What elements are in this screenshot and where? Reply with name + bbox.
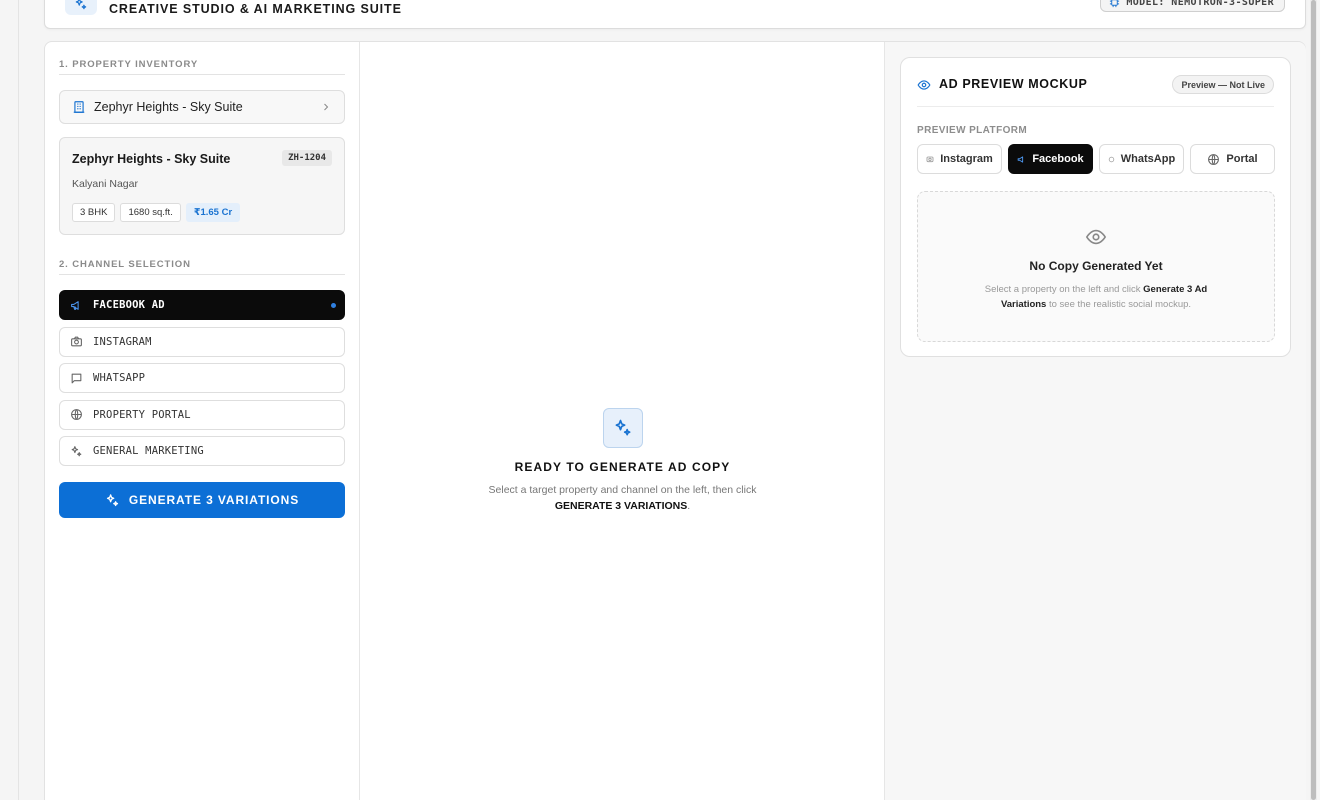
left-panel: 1. PROPERTY INVENTORY Zephyr Heights - S… — [45, 42, 360, 800]
inventory-section-label: 1. PROPERTY INVENTORY — [59, 59, 199, 70]
sparkles-icon — [106, 493, 118, 506]
sparkles-icon — [71, 445, 82, 456]
preview-panel: AD PREVIEW MOCKUP Preview — Not Live PRE… — [885, 42, 1306, 800]
property-tag-bhk: 3 BHK — [72, 203, 116, 222]
cpu-icon — [1110, 0, 1120, 8]
empty-state-text-bold: GENERATE 3 VARIATIONS — [554, 500, 688, 512]
property-selector[interactable]: Zephyr Heights - Sky Suite — [59, 90, 345, 124]
empty-state-title: READY TO GENERATE AD COPY — [514, 460, 731, 474]
mockup-empty-text-post: to see the realistic social mockup. — [1049, 299, 1192, 310]
output-panel: READY TO GENERATE AD COPY Select a targe… — [360, 42, 885, 800]
platform-label: PREVIEW PLATFORM — [917, 125, 1028, 136]
platform-tab-facebook[interactable]: Facebook — [1008, 144, 1093, 174]
message-icon — [71, 373, 82, 383]
property-card: Zephyr Heights - Sky Suite ZH-1204 Kalya… — [59, 137, 345, 235]
megaphone-icon — [1017, 155, 1024, 163]
channel-label: GENERAL MARKETING — [93, 445, 204, 457]
preview-title: AD PREVIEW MOCKUP — [939, 77, 1088, 91]
app-header: CREATIVE STUDIO & AI MARKETING SUITE MOD… — [44, 0, 1306, 29]
empty-state-text: Select a target property and channel on … — [463, 482, 783, 514]
eye-icon — [1085, 229, 1107, 245]
property-price: ₹1.65 Cr — [185, 203, 241, 222]
channel-facebook-ad[interactable]: FACEBOOK AD — [59, 290, 345, 320]
empty-state-text-post: . — [687, 500, 691, 512]
sparkles-icon — [75, 0, 87, 10]
channel-section-label: 2. CHANNEL SELECTION — [59, 259, 191, 270]
app-logo — [65, 0, 97, 15]
preview-divider — [917, 106, 1274, 107]
channel-property-portal[interactable]: PROPERTY PORTAL — [59, 399, 345, 430]
channel-label: WHATSAPP — [93, 372, 146, 384]
message-icon — [1108, 156, 1114, 162]
platform-tab-whatsapp[interactable]: WhatsApp — [1099, 144, 1184, 174]
mockup-empty-text-pre: Select a property on the left and click — [984, 284, 1141, 295]
workspace: 1. PROPERTY INVENTORY Zephyr Heights - S… — [44, 41, 1306, 800]
sparkles-icon — [615, 419, 630, 436]
scrollbar-thumb[interactable] — [1311, 0, 1316, 800]
generate-variations-button[interactable]: GENERATE 3 VARIATIONS — [59, 482, 345, 518]
active-indicator — [331, 303, 336, 308]
property-location: Kalyani Nagar — [72, 178, 138, 190]
channel-list: FACEBOOK AD INSTAGRAM WHATSAPP PROPERTY … — [59, 290, 345, 473]
property-code: ZH-1204 — [282, 150, 332, 166]
section-divider — [59, 74, 345, 75]
preview-status-badge: Preview — Not Live — [1172, 75, 1274, 94]
empty-state: READY TO GENERATE AD COPY Select a targe… — [360, 408, 885, 514]
channel-label: PROPERTY PORTAL — [93, 408, 191, 421]
channel-instagram[interactable]: INSTAGRAM — [59, 326, 345, 357]
megaphone-icon — [71, 300, 79, 310]
section-divider — [59, 274, 345, 275]
platform-tab-label: Instagram — [940, 153, 993, 165]
channel-whatsapp[interactable]: WHATSAPP — [59, 363, 345, 393]
platform-tab-label: WhatsApp — [1120, 153, 1176, 165]
channel-general-marketing[interactable]: GENERAL MARKETING — [59, 436, 345, 466]
empty-state-text-pre: Select a target property and channel on … — [488, 484, 757, 496]
property-tags: 3 BHK 1680 sq.ft. ₹1.65 Cr — [72, 203, 241, 222]
mockup-empty-title: No Copy Generated Yet — [1029, 259, 1163, 273]
platform-tab-label: Facebook — [1032, 153, 1084, 165]
mockup-empty-text: Select a property on the left and click … — [961, 282, 1231, 312]
model-chip[interactable]: MODEL: NEMOTRON-3-SUPER — [1100, 0, 1285, 12]
building-icon — [73, 101, 85, 113]
page-scrollbar[interactable] — [1310, 0, 1317, 800]
eye-icon — [917, 80, 931, 90]
camera-icon — [71, 336, 82, 347]
app-title: CREATIVE STUDIO & AI MARKETING SUITE — [109, 2, 402, 16]
mockup-empty-state: No Copy Generated Yet Select a property … — [917, 191, 1275, 342]
globe-icon — [1208, 153, 1220, 165]
platform-tabs: Instagram Facebook WhatsApp Portal — [917, 144, 1275, 174]
property-name: Zephyr Heights - Sky Suite — [72, 152, 231, 166]
property-selector-label: Zephyr Heights - Sky Suite — [94, 100, 243, 114]
globe-icon — [71, 409, 82, 420]
model-label: MODEL: NEMOTRON-3-SUPER — [1126, 0, 1274, 8]
platform-tab-portal[interactable]: Portal — [1190, 144, 1275, 174]
camera-icon — [926, 156, 934, 163]
ad-preview-card: AD PREVIEW MOCKUP Preview — Not Live PRE… — [900, 57, 1291, 357]
channel-label: FACEBOOK AD — [93, 299, 165, 311]
empty-state-icon-box — [602, 408, 643, 448]
generate-button-label: GENERATE 3 VARIATIONS — [128, 493, 300, 507]
left-gutter — [0, 0, 19, 800]
platform-tab-label: Portal — [1226, 153, 1258, 165]
platform-tab-instagram[interactable]: Instagram — [917, 144, 1002, 174]
chevron-right-icon — [324, 103, 329, 111]
property-tag-area: 1680 sq.ft. — [120, 203, 181, 222]
channel-label: INSTAGRAM — [93, 335, 152, 348]
